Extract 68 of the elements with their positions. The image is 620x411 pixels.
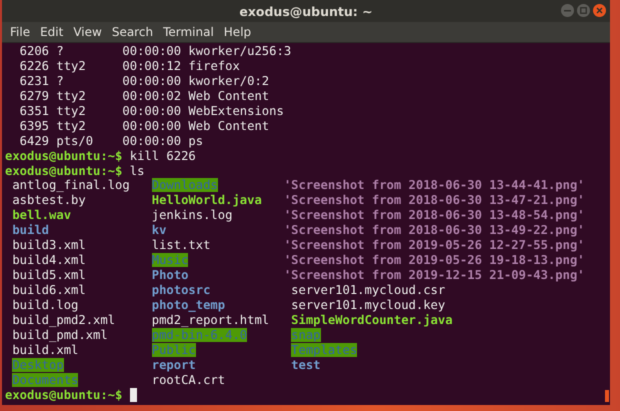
scrollbar-thumb[interactable] bbox=[605, 390, 609, 402]
file-name: jenkins.log bbox=[152, 208, 232, 222]
file-name: build5.xml bbox=[12, 268, 86, 282]
file-name: Photo bbox=[152, 268, 188, 282]
file-name: snap bbox=[291, 328, 320, 342]
file-name: bell.wav bbox=[12, 208, 72, 222]
minimize-icon bbox=[564, 10, 571, 12]
shell-prompt: exodus@ubuntu:~$ bbox=[5, 388, 122, 402]
file-name: photo_temp bbox=[152, 298, 226, 312]
file-name: build.xml bbox=[12, 342, 78, 357]
menu-item[interactable]: File bbox=[6, 25, 34, 39]
text-cursor bbox=[130, 388, 137, 402]
file-name: antlog_final.log bbox=[12, 178, 130, 192]
file-name: 'Screenshot from 2019-05-26 19-18-13.png' bbox=[284, 253, 585, 268]
menu-item[interactable]: Help bbox=[220, 25, 256, 39]
menu-item[interactable]: Terminal bbox=[159, 25, 218, 39]
menu-item[interactable]: View bbox=[69, 25, 106, 39]
file-name: test bbox=[291, 358, 320, 372]
output-line: 6395 tty2 00:00:00 Web Content bbox=[18, 118, 270, 134]
close-button[interactable] bbox=[593, 4, 606, 17]
file-name: HelloWorld.java bbox=[152, 193, 262, 208]
file-name: build.log bbox=[12, 298, 78, 312]
file-name: SimpleWordCounter.java bbox=[291, 312, 453, 327]
file-name: 'Screenshot from 2019-12-15 21-09-43.png' bbox=[284, 268, 585, 282]
output-line: 6429 pts/0 00:00:00 ps bbox=[18, 134, 204, 149]
output-line: 6351 tty2 00:00:00 WebExtensions bbox=[18, 104, 284, 119]
file-name: Desktop bbox=[12, 358, 64, 372]
maximize-icon bbox=[580, 7, 587, 14]
maximize-button[interactable] bbox=[577, 4, 590, 17]
file-name: 'Screenshot from 2018-06-30 13-47-21.png' bbox=[284, 193, 585, 208]
file-name: Templates bbox=[291, 342, 358, 357]
file-name: build6.xml bbox=[12, 283, 86, 297]
file-name: Music bbox=[152, 253, 188, 268]
menu-item[interactable]: Edit bbox=[36, 25, 68, 39]
command-text: ls bbox=[130, 164, 144, 178]
file-name: Documents bbox=[12, 372, 78, 387]
output-line: 6279 tty2 00:00:02 Web Content bbox=[18, 88, 270, 104]
file-name: report bbox=[152, 358, 196, 372]
shell-prompt: exodus@ubuntu:~$ bbox=[5, 148, 122, 164]
output-line: 6206 ? 00:00:00 kworker/u256:3 bbox=[18, 44, 292, 59]
close-icon bbox=[596, 7, 603, 14]
file-name: build3.xml bbox=[12, 238, 86, 252]
file-name: build_pmd.xml bbox=[12, 328, 108, 342]
file-name: pmd-bin-6.4.0 bbox=[152, 328, 248, 342]
window-title: exodus@ubuntu: ~ bbox=[239, 4, 373, 18]
file-name: list.txt bbox=[152, 238, 210, 252]
file-name: build_pmd2.xml bbox=[12, 312, 116, 327]
file-name: photosrc bbox=[152, 283, 210, 297]
file-name: Downloads bbox=[152, 178, 218, 192]
menu-item[interactable]: Search bbox=[108, 25, 158, 39]
output-line: 6231 ? 00:00:00 kworker/0:2 bbox=[18, 74, 270, 89]
file-name: rootCA.crt bbox=[152, 372, 226, 387]
command-text: kill 6226 bbox=[130, 148, 196, 164]
file-name: asbtest.by bbox=[12, 193, 86, 208]
output-line: 6226 tty2 00:00:12 firefox bbox=[18, 58, 240, 74]
file-name: server101.mycloud.key bbox=[291, 298, 446, 312]
file-name: 'Screenshot from 2019-05-26 12-27-55.png' bbox=[284, 238, 585, 252]
file-name: pmd2_report.html bbox=[152, 312, 270, 327]
minimize-button[interactable] bbox=[561, 4, 574, 17]
shell-prompt: exodus@ubuntu:~$ bbox=[5, 164, 122, 178]
file-name: build bbox=[12, 223, 50, 238]
file-name: build4.xml bbox=[12, 253, 86, 268]
file-name: 'Screenshot from 2018-06-30 13-44-41.png' bbox=[284, 178, 585, 192]
file-name: kv bbox=[152, 223, 166, 238]
file-name: Public bbox=[152, 342, 196, 357]
file-name: 'Screenshot from 2018-06-30 13-49-22.png' bbox=[284, 223, 585, 238]
file-name: 'Screenshot from 2018-06-30 13-48-54.png' bbox=[284, 208, 585, 222]
file-name: server101.mycloud.csr bbox=[291, 283, 446, 297]
